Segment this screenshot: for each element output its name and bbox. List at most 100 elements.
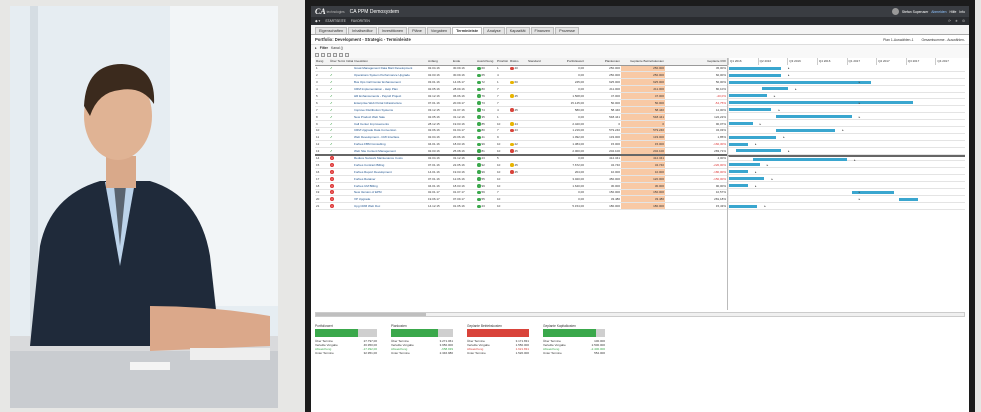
tab-8[interactable]: Finanzen <box>530 27 555 34</box>
gantt-bar[interactable] <box>736 149 781 153</box>
investment-link[interactable]: Enterprise Web Portal Infrastructure <box>353 99 427 107</box>
tab-2[interactable]: Investitionen <box>377 27 408 34</box>
column-header: Standard <box>527 58 545 66</box>
investment-link[interactable]: Improve Distribution Systems <box>353 106 427 114</box>
total-selector[interactable]: Gesamtsumme - Auswählen- <box>921 38 965 42</box>
gantt-bar[interactable] <box>729 73 781 77</box>
investment-link[interactable]: Web Site Content Management <box>353 147 427 156</box>
investment-link[interactable]: HR Enhancements - Payroll Project <box>353 92 427 100</box>
gantt-bar[interactable] <box>729 142 748 146</box>
gantt-bar[interactable] <box>898 197 918 201</box>
gantt-bar[interactable] <box>729 94 767 98</box>
investment-link[interactable]: CRM Upgrade Data Conversion <box>353 127 427 135</box>
filter-value[interactable]: Kanal () <box>331 46 343 50</box>
investment-link[interactable]: VP Upgrade <box>353 195 427 204</box>
table-row[interactable]: 8 ✓ New Product Web Sale 02.05.16 31.12.16 35… <box>315 113 727 121</box>
star-icon[interactable]: ★ <box>955 19 958 23</box>
gantt-bar[interactable] <box>729 135 777 139</box>
gantt-bar[interactable] <box>729 121 753 125</box>
home-icon[interactable]: ◆ ▾ <box>315 19 320 23</box>
logout-link[interactable]: Abmelden <box>931 10 946 14</box>
gantt-bar[interactable] <box>729 204 758 208</box>
investment-link[interactable]: Reduce Network Maintenance Costs <box>353 153 427 162</box>
columns-icon[interactable] <box>333 52 337 57</box>
table-row[interactable]: 7 ✓ Improve Distribution Systems 03.12.15 31… <box>315 106 727 114</box>
investment-link[interactable]: Operations System Performance Upgrade <box>353 71 427 80</box>
gear-icon[interactable]: ⚙ <box>962 19 965 23</box>
avatar[interactable] <box>891 8 899 15</box>
tab-4[interactable]: Vorgaben <box>426 27 452 34</box>
investment-link[interactable]: Forbes UM Billing <box>353 182 427 190</box>
edit-icon[interactable] <box>327 52 331 57</box>
horizontal-scrollbar[interactable] <box>315 312 965 317</box>
gantt-bar[interactable] <box>729 170 748 174</box>
tab-0[interactable]: Eigenschaften <box>315 27 348 34</box>
investment-link[interactable]: New Version of EPM <box>353 189 427 197</box>
table-row[interactable]: 21 × Upg CRM Web Doc 14.12.15 01.05.16 23 10 5.… <box>315 202 727 211</box>
info-link[interactable]: Info <box>959 10 965 14</box>
gantt-bar[interactable] <box>729 163 760 167</box>
end-date: 06.06.16 <box>452 92 476 100</box>
nav-item-favorites[interactable]: FAVORITEN <box>351 19 370 23</box>
investment-link[interactable]: Forbes Contract Billing <box>353 161 427 169</box>
priority-cell: 10 <box>496 182 509 190</box>
settings-icon[interactable] <box>345 52 349 57</box>
gantt-bar[interactable] <box>729 183 748 187</box>
status-cell: × <box>329 189 345 197</box>
table-row[interactable]: 15 × Forbes Contract Billing 07.01.16 22.05.… <box>315 161 727 169</box>
gantt-bar[interactable] <box>776 128 836 132</box>
table-row[interactable]: 20 × VP Upgrade 19.06.17 07.09.17 55 10 0,00 33.… <box>315 195 727 204</box>
gantt-bar[interactable] <box>729 101 914 105</box>
view-icon[interactable] <box>339 52 343 57</box>
table-row[interactable]: 13 ✓ Web Site Content Management 02.03.16 25… <box>315 147 727 156</box>
tab-1[interactable]: Inhaltsedltor <box>348 27 377 34</box>
investment-link[interactable]: Great Management Data Mart Development <box>353 65 427 73</box>
table-row[interactable]: 5 ✓ HR Enhancements - Payroll Project 02.12… <box>315 92 727 100</box>
investment-link[interactable]: Call Center Improvements <box>353 120 427 128</box>
investment-link[interactable]: Forbes Retainer <box>353 175 427 183</box>
table-row[interactable]: 18 × Forbes UM Billing 04.01.16 18.03.16 99 10… <box>315 182 727 190</box>
planned-roi: 4,00% <box>665 153 727 162</box>
tab-6[interactable]: Analyse <box>483 27 505 34</box>
tab-9[interactable]: Prozesse <box>555 27 579 34</box>
help-link[interactable]: Hilfe <box>950 10 957 14</box>
table-row[interactable]: 11 ✓ Web Development - CMI Interface 02.04.… <box>315 133 727 142</box>
investment-link[interactable]: Upg CRM Web Doc <box>353 202 427 211</box>
investment-link[interactable]: Forbes Report Development <box>353 168 427 176</box>
standard-cell <box>527 189 545 197</box>
investment-link[interactable]: Forbes FBM Consulting <box>353 140 427 149</box>
table-row[interactable]: 12 ✓ Forbes FBM Consulting 04.01.16 18.03.16… <box>315 140 727 149</box>
table-row[interactable]: 4 ✓ CRM Implementation - Help Plan 02.05.16… <box>315 85 727 94</box>
gantt-bar[interactable] <box>729 66 781 70</box>
investment-link[interactable]: Bus Ops Call Center Enhancement <box>353 78 427 87</box>
table-row[interactable]: 19 × New Version of EPM 02.01.17 01.07.17 59 7… <box>315 189 727 197</box>
table-row[interactable]: 6 ✓ Enterprise Web Portal Infrastructure 07… <box>315 99 727 107</box>
tab-7[interactable]: Kapazität <box>505 27 530 34</box>
export-icon[interactable] <box>315 52 319 57</box>
tab-5[interactable]: Terminleiste <box>452 27 483 34</box>
nav-item-home[interactable]: STARTSEITE <box>325 19 346 23</box>
tab-3[interactable]: Pläne <box>408 27 426 34</box>
investment-link[interactable]: New Product Web Sale <box>353 113 427 121</box>
gantt-bar[interactable] <box>729 80 871 84</box>
filter-expand-icon[interactable]: ▸ <box>315 46 317 50</box>
gantt-bar[interactable] <box>729 177 765 181</box>
investment-link[interactable]: Web Development - CMI Interface <box>353 133 427 142</box>
table-row[interactable]: 10 ✓ CRM Upgrade Data Conversion 02.06.16 01… <box>315 127 727 135</box>
print-icon[interactable] <box>321 52 325 57</box>
table-row[interactable]: 16 × Forbes Report Development 14.01.16 19.0… <box>315 168 727 176</box>
table-row[interactable]: 9 ✓ Call Center Improvements 28.12.15 19.03.… <box>315 120 727 128</box>
gantt-bar[interactable] <box>776 115 852 119</box>
table-row[interactable]: 3 ✓ Bus Ops Call Center Enhancement 03.01.1… <box>315 78 727 87</box>
table-row[interactable]: 1 ✓ Great Management Data Mart Development… <box>315 65 727 73</box>
refresh-icon[interactable]: ⟳ <box>948 19 951 23</box>
gantt-bar[interactable] <box>762 87 788 91</box>
app-header: CA technologies CA PPM Demosystem Stefan… <box>311 6 969 17</box>
table-row[interactable]: 17 × Forbes Retainer 07.01.16 12.06.16 55 10 3.… <box>315 175 727 183</box>
table-row[interactable]: 2 ✓ Operations System Performance Upgrade 0… <box>315 71 727 80</box>
table-row[interactable]: 14 × Reduce Network Maintenance Costs 02.04… <box>315 153 727 162</box>
plan-selector[interactable]: Plan 1-Auswählen-1 <box>883 38 913 42</box>
gantt-bar[interactable] <box>729 108 772 112</box>
column-header: Initiative <box>345 58 353 66</box>
investment-link[interactable]: CRM Implementation - Help Plan <box>353 85 427 94</box>
